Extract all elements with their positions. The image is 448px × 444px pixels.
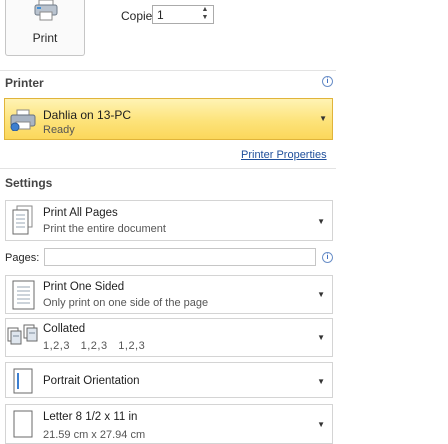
collation-title: Collated (43, 323, 86, 335)
collated-icon (7, 324, 41, 353)
sides-select[interactable]: Print One Sided Only print on one side o… (5, 275, 333, 314)
copies-input[interactable]: 1 ▲ ▼ (152, 5, 214, 24)
print-button-label: Print (32, 31, 58, 45)
pages-range-title: Print All Pages (43, 207, 118, 219)
dropdown-arrow-icon: ▼ (319, 114, 327, 123)
divider (0, 168, 336, 169)
printer-status: Ready (43, 124, 75, 136)
printer-select[interactable]: Dahlia on 13-PC Ready ▼ (4, 98, 333, 140)
pages-input[interactable] (44, 248, 316, 266)
portrait-icon (11, 367, 35, 398)
info-icon[interactable]: i (322, 252, 333, 263)
paper-size-icon (11, 409, 35, 442)
paper-size-select[interactable]: Letter 8 1/2 x 11 in 21.59 cm x 27.94 cm… (5, 404, 333, 444)
printer-properties-link[interactable]: Printer Properties (241, 149, 327, 161)
dropdown-arrow-icon: ▼ (317, 377, 325, 386)
collation-subtitle: 1,2,3 1,2,3 1,2,3 (43, 340, 146, 352)
collation-select[interactable]: Collated 1,2,3 1,2,3 1,2,3 ▼ (5, 318, 333, 357)
paper-size-subtitle: 21.59 cm x 27.94 cm (43, 429, 146, 441)
divider (0, 70, 336, 71)
pages-icon (11, 205, 35, 240)
one-sided-icon (11, 279, 37, 314)
dropdown-arrow-icon: ▼ (317, 420, 325, 429)
sides-subtitle: Only print on one side of the page (43, 297, 209, 309)
dropdown-arrow-icon: ▼ (317, 290, 325, 299)
pages-range-subtitle: Print the entire document (43, 223, 166, 235)
orientation-title: Portrait Orientation (43, 375, 140, 387)
paper-size-title: Letter 8 1/2 x 11 in (43, 411, 138, 423)
copies-value: 1 (157, 8, 164, 22)
dropdown-arrow-icon: ▼ (317, 333, 325, 342)
print-button[interactable]: Print (5, 0, 85, 56)
info-icon[interactable]: i (322, 76, 333, 87)
printer-device-icon (9, 109, 37, 134)
settings-section-title: Settings (5, 176, 53, 190)
dropdown-arrow-icon: ▼ (317, 217, 325, 226)
printer-section-title: Printer (5, 76, 44, 90)
pages-label: Pages: (5, 252, 40, 264)
sides-title: Print One Sided (43, 281, 125, 293)
orientation-select[interactable]: Portrait Orientation ▼ (5, 362, 333, 398)
printer-icon (34, 0, 58, 25)
pages-range-select[interactable]: Print All Pages Print the entire documen… (5, 200, 333, 241)
spinner-icon[interactable]: ▲ ▼ (200, 6, 210, 22)
printer-name: Dahlia on 13-PC (43, 108, 132, 122)
